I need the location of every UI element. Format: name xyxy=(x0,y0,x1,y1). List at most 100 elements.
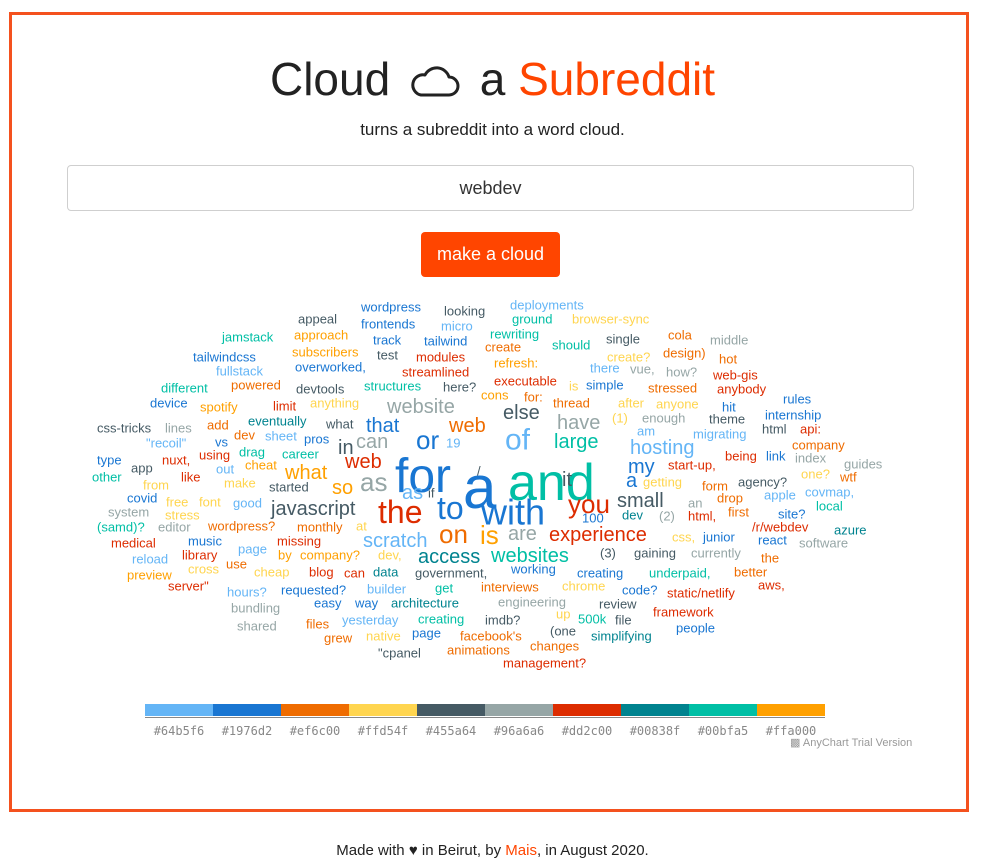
cloud-word: rules xyxy=(783,392,812,407)
cloud-word: preview xyxy=(127,568,172,583)
legend-label: #dd2c00 xyxy=(561,724,613,738)
cloud-word: like xyxy=(181,470,201,485)
subreddit-input[interactable] xyxy=(67,165,914,211)
cloud-word: design) xyxy=(663,346,706,361)
cloud-word: browser-sync xyxy=(572,312,650,327)
cloud-word: cross xyxy=(188,562,220,577)
cloud-word: software xyxy=(799,536,848,551)
cloud-word: bundling xyxy=(231,601,280,616)
watermark-text: AnyChart Trial Version xyxy=(802,737,913,749)
cloud-word: web-gis xyxy=(712,368,758,383)
cloud-word: wordpress xyxy=(360,300,421,315)
cloud-word: "recoil" xyxy=(146,436,187,451)
cloud-word: api: xyxy=(800,422,821,437)
cloud-word: overworked, xyxy=(295,360,366,375)
cloud-word: refresh: xyxy=(494,356,538,371)
cloud-word: (one xyxy=(550,624,576,639)
cloud-word: anyone xyxy=(656,397,699,412)
cloud-word: working xyxy=(510,562,556,577)
cloud-word: dev, xyxy=(378,548,402,563)
cloud-word: appeal xyxy=(298,312,337,327)
cloud-word: pros xyxy=(304,432,330,447)
cloud-word: device xyxy=(150,396,188,411)
cloud-word: single xyxy=(606,332,640,347)
cloud-word: (3) xyxy=(600,546,616,561)
cloud-word: static/netlify xyxy=(667,586,735,601)
cloud-word: css-tricks xyxy=(97,421,152,436)
cloud-word: how? xyxy=(666,365,697,380)
subtitle: turns a subreddit into a word cloud. xyxy=(360,120,625,139)
cloud-word: imdb? xyxy=(485,613,520,628)
cloud-word: streamlined xyxy=(402,365,469,380)
cloud-word: structures xyxy=(364,379,422,394)
footer: Made with ♥ in Beirut, by Mais, in Augus… xyxy=(0,842,985,859)
footer-prefix: Made with xyxy=(336,842,405,859)
cloud-word: 500k xyxy=(578,612,607,627)
page-title: Cloud a Subreddit xyxy=(0,52,985,110)
cloud-word: nuxt, xyxy=(162,453,190,468)
cloud-word: builder xyxy=(367,582,407,597)
cloud-word: spotify xyxy=(200,400,238,415)
cloud-word: simple xyxy=(586,378,624,393)
cloud-word: html, xyxy=(688,509,716,524)
cloud-word: cheat xyxy=(245,458,277,473)
legend-label: #ffd54f xyxy=(357,724,409,738)
cloud-word: css, xyxy=(672,530,695,545)
footer-suffix: , in August 2020. xyxy=(536,842,649,859)
cloud-word: migrating xyxy=(693,427,746,442)
cloud-word: underpaid, xyxy=(649,566,710,581)
cloud-word: monthly xyxy=(297,520,343,535)
cloud-word: use xyxy=(226,557,247,572)
cloud-word: add xyxy=(207,418,229,433)
make-cloud-button[interactable]: make a cloud xyxy=(421,232,560,277)
cloud-word: stressed xyxy=(648,381,697,396)
cloud-word: covid xyxy=(127,491,157,506)
cloud-word: other xyxy=(92,470,122,485)
cloud-word: lines xyxy=(165,421,192,436)
legend-swatch xyxy=(281,704,349,716)
cloud-word: architecture xyxy=(391,596,459,611)
cloud-word: career xyxy=(282,447,320,462)
cloud-word: by xyxy=(278,548,292,563)
cloud-word: a xyxy=(626,470,638,492)
legend-swatch xyxy=(689,704,757,716)
chart-icon: ▩ xyxy=(790,737,801,749)
cloud-word: facebook's xyxy=(460,629,522,644)
cloud-word: anything xyxy=(310,396,359,411)
cloud-word: currently xyxy=(691,546,741,561)
cloud-word: if xyxy=(428,486,435,501)
cloud-word: after xyxy=(618,396,645,411)
cloud-word: anybody xyxy=(717,382,767,397)
cloud-word: library xyxy=(182,548,218,563)
cloud-word: native xyxy=(366,629,401,644)
cloud-word: data xyxy=(373,565,399,580)
cloud-word: it xyxy=(562,469,572,491)
cloud-word: grew xyxy=(324,631,353,646)
cloud-word: font xyxy=(199,495,221,510)
watermark: ▩ AnyChart Trial Version xyxy=(790,736,912,749)
word-cloud: appeal wordpress looking deployments jamstac… xyxy=(92,298,883,671)
cloud-word: page xyxy=(238,542,267,557)
author-link[interactable]: Mais xyxy=(505,842,537,859)
legend-label: #455a64 xyxy=(425,724,477,738)
cloud-word: covmap, xyxy=(805,485,854,500)
cloud-word: 19 xyxy=(446,436,460,451)
cloud-word: drop xyxy=(717,491,743,506)
cloud-word: make xyxy=(224,476,256,491)
cloud-word: javascript xyxy=(270,498,356,520)
cloud-word: dev xyxy=(622,508,643,523)
cloud-word: create xyxy=(485,340,521,355)
cloud-word: track xyxy=(373,333,402,348)
cloud-word: approach xyxy=(294,328,348,343)
cloud-word: type xyxy=(97,453,122,468)
cloud-word: here? xyxy=(443,380,476,395)
cloud-word: (1) xyxy=(612,411,628,426)
cloud-word: of xyxy=(505,424,531,457)
cloud-word: out xyxy=(216,462,234,477)
cloud-word: the xyxy=(761,551,779,566)
cloud-word: chrome xyxy=(562,579,605,594)
cloud-word: large xyxy=(554,431,598,453)
cloud-word: one? xyxy=(801,467,830,482)
footer-middle: in Beirut, by xyxy=(421,842,502,859)
title-prefix: Cloud xyxy=(269,53,391,105)
